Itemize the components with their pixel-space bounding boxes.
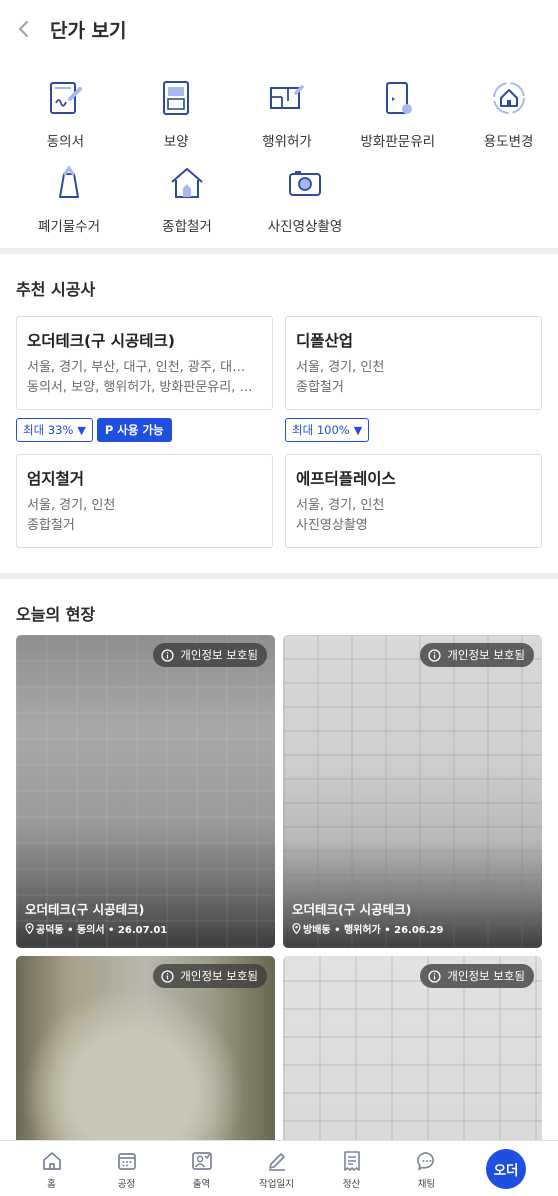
service-photo[interactable]: 사진영상촬영 bbox=[252, 163, 358, 235]
privacy-badge: 개인정보 보호됨 bbox=[153, 643, 267, 667]
fire-door-icon bbox=[378, 78, 418, 118]
service-demolition[interactable]: 종합철거 bbox=[134, 163, 240, 235]
privacy-badge: 개인정보 보호됨 bbox=[153, 964, 267, 988]
protection-door-icon bbox=[156, 78, 196, 118]
point-badge: P 사용 가능 bbox=[96, 418, 172, 442]
chat-icon bbox=[416, 1149, 438, 1173]
attendance-icon bbox=[191, 1149, 213, 1173]
privacy-badge: 개인정보 보호됨 bbox=[420, 643, 534, 667]
house-change-icon bbox=[489, 78, 529, 118]
nav-home[interactable]: 홈 bbox=[14, 1141, 89, 1190]
site-meta: 방배동 • 행위허가 • 26.06.29 bbox=[292, 921, 443, 936]
page-title: 단가 보기 bbox=[50, 19, 127, 42]
triangle-down-icon: ▼ bbox=[353, 423, 363, 437]
contractor-card[interactable]: 엄지철거 서울, 경기, 인천 종합철거 bbox=[16, 454, 273, 548]
info-icon bbox=[161, 969, 174, 983]
recommended-section: 추천 시공사 오더테크(구 시공테크) 서울, 경기, 부산, 대구, 인천, … bbox=[0, 254, 558, 573]
chevron-left-icon bbox=[18, 20, 29, 38]
service-fire-door[interactable]: 방화판문유리 bbox=[348, 78, 447, 150]
recommended-title: 추천 시공사 bbox=[16, 280, 96, 299]
location-pin-icon bbox=[25, 923, 34, 934]
triangle-down-icon: ▼ bbox=[77, 423, 86, 437]
discount-badge[interactable]: 최대 100% ▼ bbox=[285, 418, 370, 442]
badge-group: 최대 100% ▼ bbox=[285, 418, 373, 442]
nav-chat[interactable]: 채팅 bbox=[389, 1141, 464, 1190]
nav-settlement[interactable]: 정산 bbox=[314, 1141, 389, 1190]
service-use-change[interactable]: 용도변경 bbox=[459, 78, 558, 150]
waste-bag-icon bbox=[49, 163, 89, 203]
bottom-nav: 홈 공정 출역 작업일지 정산 채팅 오더 bbox=[0, 1140, 558, 1196]
service-protection[interactable]: 보양 bbox=[127, 78, 226, 150]
demolition-house-icon bbox=[167, 163, 207, 203]
privacy-badge: 개인정보 보호됨 bbox=[420, 964, 534, 988]
service-consent[interactable]: 동의서 bbox=[16, 78, 115, 150]
contractor-card[interactable]: 에프터플레이스 서울, 경기, 인천 사진영상촬영 bbox=[285, 454, 542, 548]
nav-worklog[interactable]: 작업일지 bbox=[239, 1141, 314, 1190]
discount-badge[interactable]: 최대 33% ▼ bbox=[16, 418, 93, 442]
info-icon bbox=[428, 969, 441, 983]
consent-form-icon bbox=[45, 78, 85, 118]
camera-icon bbox=[285, 163, 325, 203]
back-button[interactable] bbox=[14, 19, 34, 39]
site-meta: 공덕동 • 동의서 • 26.07.01 bbox=[25, 921, 167, 936]
service-waste[interactable]: 폐기물수거 bbox=[16, 163, 122, 235]
contractor-card[interactable]: 디폴산업 서울, 경기, 인천 종합철거 bbox=[285, 316, 542, 410]
contractor-card[interactable]: 오더테크(구 시공테크) 서울, 경기, 부산, 대구, 인천, 광주, 대… … bbox=[16, 316, 273, 410]
today-section: 오늘의 현장 개인정보 보호됨 오더테크(구 시공테크) 공덕동 • 동의서 •… bbox=[0, 579, 558, 1196]
service-grid: 동의서 보양 행위허가 방화판문유리 용도변경 폐기물수거 종합철거 사진영상촬… bbox=[0, 58, 558, 248]
order-button[interactable]: 오더 bbox=[486, 1149, 526, 1189]
location-pin-icon bbox=[292, 923, 301, 934]
site-company: 오더테크(구 시공테크) bbox=[25, 902, 145, 917]
calendar-icon bbox=[116, 1149, 138, 1173]
nav-schedule[interactable]: 공정 bbox=[89, 1141, 164, 1190]
header: 단가 보기 bbox=[0, 0, 558, 58]
floorplan-permit-icon bbox=[267, 78, 307, 118]
info-icon bbox=[161, 648, 174, 662]
service-permit[interactable]: 행위허가 bbox=[238, 78, 337, 150]
site-photo-card[interactable]: 개인정보 보호됨 오더테크(구 시공테크) 방배동 • 행위허가 • 26.06… bbox=[283, 635, 542, 948]
nav-attendance[interactable]: 출역 bbox=[164, 1141, 239, 1190]
info-icon bbox=[428, 648, 441, 662]
today-title: 오늘의 현장 bbox=[16, 605, 96, 624]
site-company: 오더테크(구 시공테크) bbox=[292, 902, 412, 917]
site-photo-card[interactable]: 개인정보 보호됨 오더테크(구 시공테크) 공덕동 • 동의서 • 26.07.… bbox=[16, 635, 275, 948]
home-icon bbox=[41, 1149, 63, 1173]
pencil-icon bbox=[266, 1149, 288, 1173]
receipt-icon bbox=[341, 1149, 363, 1173]
badge-group: 최대 33% ▼ P 사용 가능 bbox=[16, 418, 172, 442]
